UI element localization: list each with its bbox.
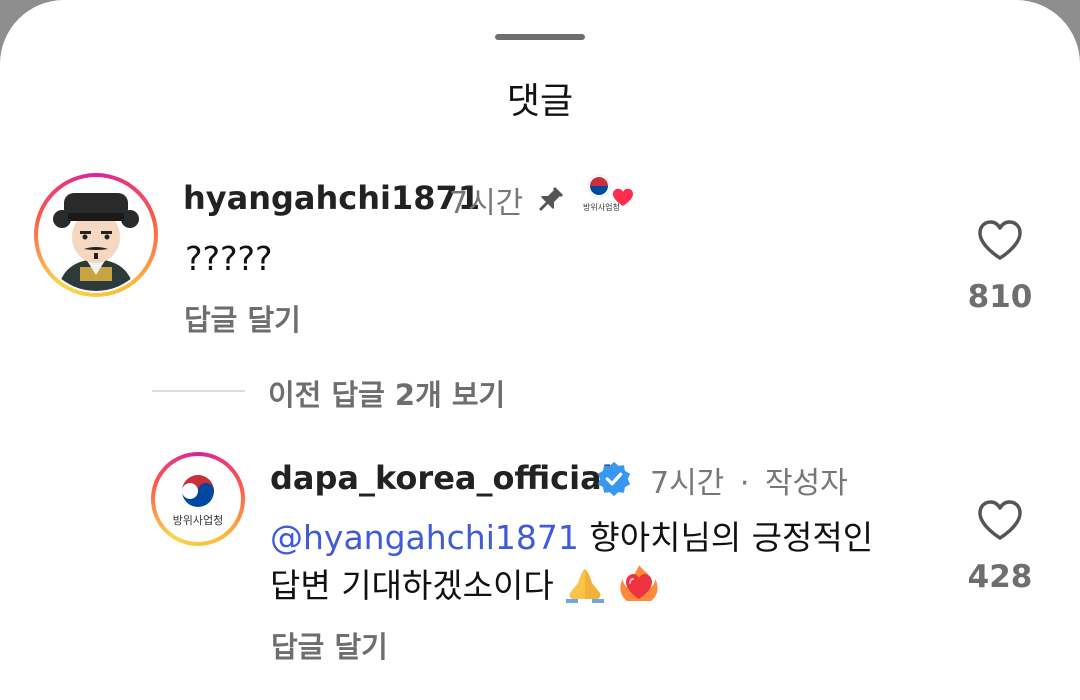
heart-outline-icon[interactable]: [976, 218, 1024, 262]
reply-text-line2: 답변 기대하겠소이다: [270, 566, 554, 605]
reply-meta: 7시간 · 작성자: [650, 458, 848, 502]
heart-outline-icon[interactable]: [976, 498, 1024, 542]
avatar-label: 방위사업청: [172, 514, 224, 527]
heart-on-fire-icon: [620, 565, 658, 601]
reply-button-2[interactable]: 답글 달기: [271, 624, 388, 666]
like-count: 810: [967, 279, 1033, 315]
mention-link[interactable]: @hyangahchi1871: [270, 518, 579, 557]
like-count-2: 428: [967, 559, 1033, 595]
avatar-hyangahchi[interactable]: [34, 173, 158, 297]
reply-time: 7시간: [650, 466, 725, 501]
view-previous-replies-button[interactable]: 이전 답글 2개 보기: [268, 372, 505, 414]
reply-text: @hyangahchi1871 향아치님의 긍정적인 답변 기대하겠소이다: [270, 515, 950, 609]
reply-text-line1: 향아치님의 긍정적인: [578, 518, 874, 557]
sheet-title: 댓글: [506, 81, 574, 122]
meta-separator: ·: [739, 466, 750, 501]
avatar-dapa[interactable]: 방위사업청: [151, 452, 245, 546]
comment-time: 7시간: [449, 186, 524, 221]
author-tag: 작성자: [764, 466, 848, 501]
pin-icon: [538, 186, 564, 212]
drag-handle[interactable]: [495, 34, 585, 40]
comment-text: ?????: [185, 239, 273, 278]
replies-divider: [152, 390, 245, 392]
reply-username[interactable]: dapa_korea_official: [270, 459, 613, 497]
reply-button[interactable]: 답글 달기: [184, 297, 301, 339]
comment-username[interactable]: hyangahchi1871: [183, 179, 480, 217]
cartoon-avatar-icon: [40, 179, 152, 291]
verified-badge-icon: [597, 461, 631, 497]
comments-sheet: 댓글 hyangahchi1871 7시간 방위사업청 ????? 답글 달기 …: [0, 0, 1080, 700]
folded-hands-icon: [566, 569, 605, 603]
creator-liked-badge: 방위사업청: [583, 174, 643, 214]
